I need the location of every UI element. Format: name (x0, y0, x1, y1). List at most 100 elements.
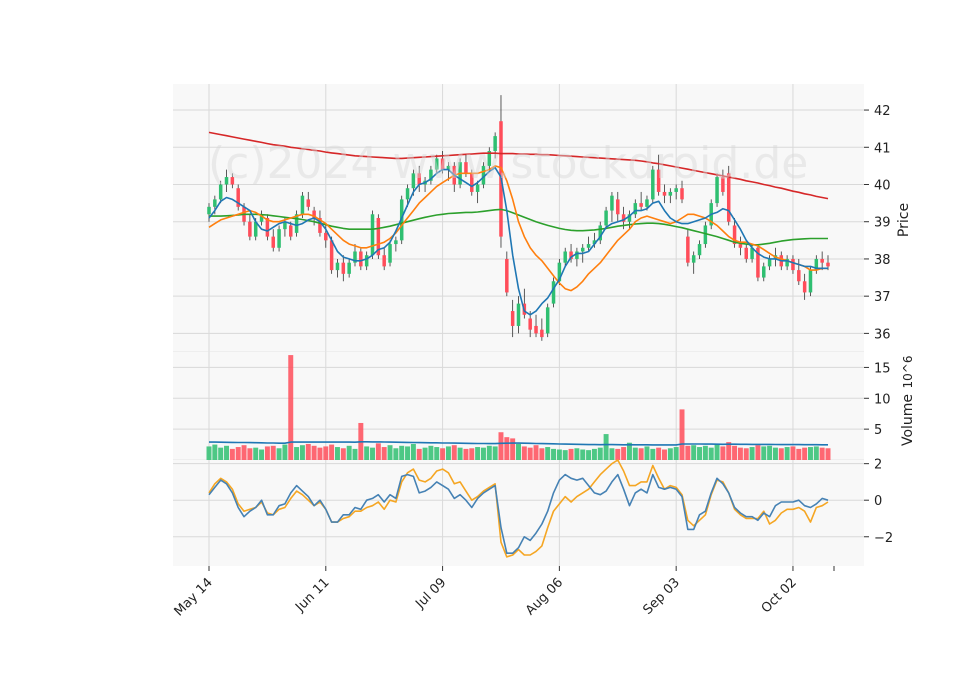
x-tick-label: Jul 09 (412, 575, 449, 612)
volume-bar (545, 447, 551, 460)
volume-bar (288, 355, 294, 460)
volume-bar (405, 446, 411, 460)
volume-bar (807, 447, 813, 460)
price-y-tick-label: 36 (874, 327, 891, 342)
candle-up (300, 195, 305, 215)
volume-bar (434, 447, 440, 460)
volume-bar (410, 443, 416, 460)
volume-bar (597, 447, 603, 460)
candle-down (639, 203, 643, 207)
price-y-tick-label: 39 (874, 216, 891, 231)
candle-up (563, 251, 567, 263)
candle-down (271, 236, 275, 248)
volume-bar (743, 448, 749, 460)
candle-down (329, 240, 334, 271)
volume-bar (825, 448, 831, 460)
volume-bar (440, 448, 446, 460)
volume-bar (784, 447, 790, 460)
candle-up (808, 270, 813, 293)
watermark: (c)2024 www.stockdroid.de (208, 138, 808, 189)
volume-bar (317, 447, 323, 460)
candle-up (697, 244, 702, 256)
candle-up (405, 188, 410, 200)
volume-bar (486, 445, 492, 460)
x-axis: May 14 Jun 11 Jul 09 Aug 06 Sep 03 Oct 02 (172, 566, 835, 619)
volume-bar (475, 447, 481, 460)
oscillator-panel: −2 0 2 (173, 458, 893, 566)
volume-bar (609, 448, 615, 460)
candle-up (645, 199, 649, 207)
volume-bar (253, 447, 259, 460)
volume-axis-label: Volume (900, 394, 916, 446)
candle-up (370, 214, 375, 256)
volume-bar (445, 446, 451, 460)
stock-chart: 36 37 38 39 40 41 42 5 10 15 −2 0 2 May 14 Jun 11 Ju… (172, 84, 916, 619)
price-axis-label: Price (896, 203, 912, 237)
candle-up (586, 244, 591, 248)
volume-bar (510, 438, 516, 460)
volume-bar (714, 443, 720, 460)
volume-bar (679, 409, 685, 460)
volume-bar (387, 445, 393, 460)
volume-bar (650, 448, 656, 460)
volume-bar (516, 443, 521, 460)
volume-bar (802, 447, 808, 460)
volume-bar (370, 447, 375, 460)
volume-bar (796, 448, 802, 460)
candle-up (213, 199, 217, 207)
volume-bar (480, 447, 486, 460)
candle-down (826, 262, 830, 267)
volume-y-tick-label: 15 (874, 361, 891, 376)
volume-bar (662, 449, 667, 460)
volume-bar (673, 447, 679, 460)
candle-down (510, 311, 515, 326)
candle-down (341, 262, 346, 274)
volume-bar (399, 445, 405, 460)
volume-bar (247, 448, 253, 460)
volume-bar (492, 446, 498, 460)
volume-bar (469, 448, 475, 460)
candle-up (703, 225, 708, 245)
volume-bar (259, 449, 265, 460)
candle-down (382, 255, 386, 267)
oscillator-y-tick-label: −2 (874, 531, 893, 546)
volume-bar (264, 446, 270, 460)
volume-bar (218, 447, 224, 460)
volume-bar (586, 450, 592, 460)
volume-bar (352, 448, 358, 460)
candle-down (802, 281, 807, 293)
volume-bar (667, 448, 673, 460)
volume-bar (702, 445, 708, 460)
x-tick-label: Jun 11 (292, 575, 332, 615)
volume-bar (761, 446, 767, 460)
volume-y-tick-label: 10 (874, 392, 891, 407)
volume-bar (282, 444, 288, 460)
volume-bar (527, 447, 533, 460)
volume-bar (632, 447, 638, 460)
volume-bar (206, 446, 212, 460)
volume-bar (708, 447, 714, 460)
volume-bar (393, 448, 399, 460)
volume-bar (504, 437, 510, 460)
volume-bar (562, 450, 568, 460)
volume-axis-multiplier: 10^6 (901, 356, 915, 389)
volume-bar (329, 444, 335, 460)
volume-bar (720, 446, 726, 460)
volume-bar (212, 444, 218, 460)
volume-bar (498, 432, 504, 460)
price-y-tick-label: 38 (874, 253, 891, 268)
candle-up (388, 244, 392, 263)
price-panel: 36 37 38 39 40 41 42 (173, 84, 891, 353)
price-y-tick-label: 41 (874, 141, 891, 156)
x-tick-label: Oct 02 (759, 575, 800, 616)
volume-bar (428, 445, 434, 460)
candle-up (277, 229, 281, 248)
volume-bar (276, 448, 282, 460)
volume-bar (323, 446, 329, 460)
volume-bar (521, 446, 527, 460)
volume-bar (235, 447, 241, 460)
candle-down (359, 251, 363, 267)
volume-bar (819, 447, 825, 460)
price-y-tick-label: 37 (874, 290, 891, 305)
volume-bar (241, 445, 247, 460)
